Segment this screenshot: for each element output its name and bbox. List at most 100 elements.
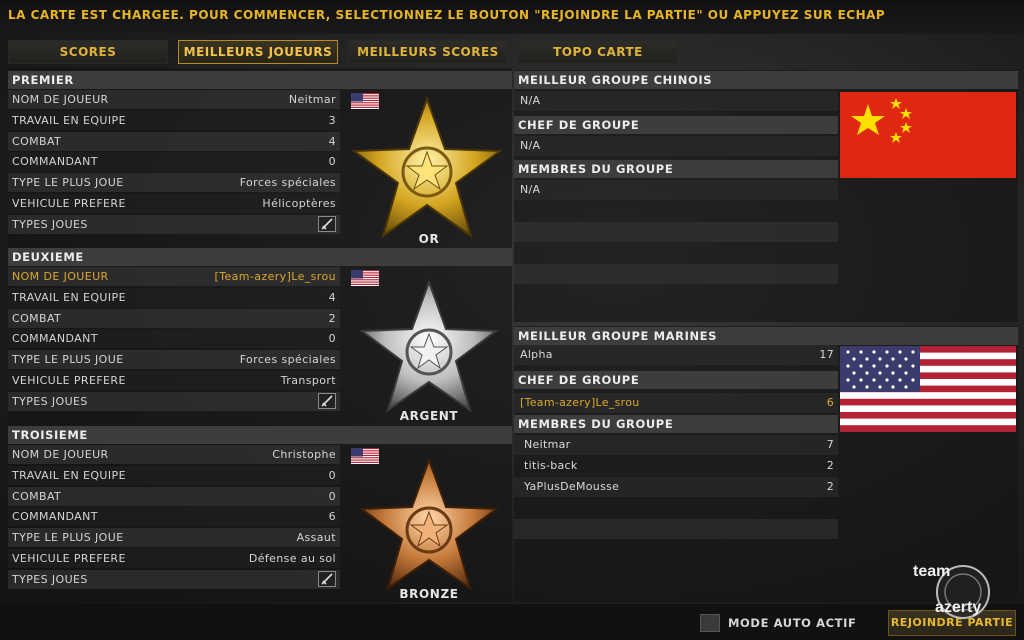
chinese-leader-name: N/A xyxy=(520,139,541,152)
marines-group-heading: MEILLEUR GROUPE MARINES xyxy=(514,327,1018,345)
marines-member-row: YaPlusDeMousse 2 xyxy=(514,477,838,497)
stat-label: TYPES JOUES xyxy=(12,572,88,586)
stat-label: VEHICULE PREFERE xyxy=(12,197,126,210)
chinese-members-row: N/A xyxy=(514,180,838,200)
player-stat-row: COMBAT 4 xyxy=(8,131,340,151)
bronze-star-medal-icon xyxy=(359,457,499,591)
chinese-member-name: N/A xyxy=(520,183,541,196)
player-rank-heading: DEUXIEME xyxy=(8,248,512,266)
stat-label: VEHICULE PREFERE xyxy=(12,374,126,387)
player-stat-row: TRAVAIL EN EQUIPE 0 xyxy=(8,465,340,485)
stat-label: TYPES JOUES xyxy=(12,217,88,231)
tab-bar: SCORES MEILLEURS JOUEURS MEILLEURS SCORE… xyxy=(8,40,688,64)
bottom-bar xyxy=(0,604,1024,640)
stat-label: NOM DE JOUEUR xyxy=(12,93,109,106)
player-stat-row: TYPE LE PLUS JOUE Forces spéciales xyxy=(8,173,340,193)
player-stat-row: NOM DE JOUEUR [Team-azery]Le_srou xyxy=(8,267,340,286)
marines-empty-row xyxy=(514,519,838,539)
player-stat-row: COMMANDANT 0 xyxy=(8,152,340,172)
stat-value: 6 xyxy=(328,510,336,524)
logo-text-team: team xyxy=(913,563,950,580)
tab-best-scores[interactable]: MEILLEURS SCORES xyxy=(348,40,508,64)
chinese-members-heading: MEMBRES DU GROUPE xyxy=(514,160,838,178)
stat-label: TYPE LE PLUS JOUE xyxy=(12,531,124,545)
tab-best-players[interactable]: MEILLEURS JOUEURS xyxy=(178,40,338,64)
player-stat-row: COMBAT 0 xyxy=(8,486,340,506)
stat-label: TYPE LE PLUS JOUE xyxy=(12,353,124,367)
stat-value: Forces spéciales xyxy=(239,176,336,190)
chinese-empty-row xyxy=(514,222,838,242)
stat-label: TRAVAIL EN EQUIPE xyxy=(12,468,126,482)
stat-label: COMBAT xyxy=(12,134,62,148)
tab-scores[interactable]: SCORES xyxy=(8,40,168,64)
stat-value: 0 xyxy=(328,489,336,503)
player-stat-row: TYPES JOUES xyxy=(8,391,340,411)
stat-label: NOM DE JOUEUR xyxy=(12,270,109,283)
tab-map-overview[interactable]: TOPO CARTE xyxy=(518,40,678,64)
stat-value: 4 xyxy=(328,290,336,304)
marines-member-name: Neitmar xyxy=(524,438,571,451)
stat-value: 0 xyxy=(328,468,336,482)
player-rank-heading: TROISIEME xyxy=(8,426,512,444)
stat-label: COMBAT xyxy=(12,311,62,325)
bronze-medal-label: BRONZE xyxy=(399,587,459,601)
flag-usa-icon xyxy=(840,346,1016,432)
stat-label: COMMANDANT xyxy=(12,510,98,524)
silver-medal-label: ARGENT xyxy=(399,409,459,423)
stat-label: TRAVAIL EN EQUIPE xyxy=(12,290,126,304)
marines-member-score: 7 xyxy=(826,438,834,451)
stat-value: Hélicoptères xyxy=(262,197,336,210)
chinese-empty-row xyxy=(514,264,838,284)
gold-star-medal-icon xyxy=(352,96,502,239)
marines-leader-row: [Team-azery]Le_srou 6 xyxy=(514,393,838,413)
chinese-group-name: N/A xyxy=(520,94,541,107)
team-azerty-logo: team azerty xyxy=(913,563,990,619)
loading-message: LA CARTE EST CHARGEE. POUR COMMENCER, SE… xyxy=(8,8,886,22)
player-stat-row: COMBAT 2 xyxy=(8,308,340,328)
knife-icon xyxy=(318,215,336,232)
stat-label: COMMANDANT xyxy=(12,332,98,346)
player-stat-row: COMMANDANT 6 xyxy=(8,507,340,527)
player-stat-row: TYPES JOUES xyxy=(8,214,340,234)
stat-value: 0 xyxy=(328,155,336,169)
player-stat-row: COMMANDANT 0 xyxy=(8,329,340,349)
player-stat-row: VEHICULE PREFERE Défense au sol xyxy=(8,549,340,568)
player-stat-row: VEHICULE PREFERE Transport xyxy=(8,371,340,390)
stat-value: Forces spéciales xyxy=(239,353,336,367)
marines-group-score: 17 xyxy=(819,348,834,361)
stat-value: Défense au sol xyxy=(248,552,336,565)
marines-leader-heading: CHEF DE GROUPE xyxy=(514,371,838,389)
auto-mode-checkbox[interactable] xyxy=(700,614,720,632)
knife-icon xyxy=(318,392,336,409)
stat-label: COMBAT xyxy=(12,489,62,503)
stat-label: TRAVAIL EN EQUIPE xyxy=(12,113,126,127)
flag-china-icon xyxy=(840,92,1016,178)
stat-value: Christophe xyxy=(272,448,336,461)
player-stat-row: TYPES JOUES xyxy=(8,569,340,589)
rifle-icon xyxy=(318,570,336,587)
stat-value: [Team-azery]Le_srou xyxy=(214,270,336,283)
stat-label: NOM DE JOUEUR xyxy=(12,448,109,461)
marines-group-name: Alpha xyxy=(520,348,553,361)
auto-mode-label: MODE AUTO ACTIF xyxy=(728,616,857,630)
chinese-leader-row: N/A xyxy=(514,136,838,156)
marines-group-name-row: Alpha 17 xyxy=(514,345,838,365)
marines-member-score: 2 xyxy=(826,459,834,472)
stat-value: Assaut xyxy=(296,531,336,545)
marines-leader-score: 6 xyxy=(826,396,834,409)
player-rank-heading: PREMIER xyxy=(8,71,512,89)
chinese-leader-heading: CHEF DE GROUPE xyxy=(514,116,838,134)
silver-star-medal-icon xyxy=(359,279,499,413)
top-bar: LA CARTE EST CHARGEE. POUR COMMENCER, SE… xyxy=(0,0,1024,34)
stat-value: 4 xyxy=(328,134,336,148)
marines-member-name: titis-back xyxy=(524,459,578,472)
player-stat-row: NOM DE JOUEUR Christophe xyxy=(8,445,340,464)
stat-label: TYPES JOUES xyxy=(12,394,88,408)
logo-text-azerty: azerty xyxy=(935,599,981,616)
player-stat-row: TYPE LE PLUS JOUE Forces spéciales xyxy=(8,350,340,370)
marines-leader-name: [Team-azery]Le_srou xyxy=(520,396,640,409)
player-stat-row: VEHICULE PREFERE Hélicoptères xyxy=(8,194,340,213)
stat-value: Transport xyxy=(280,374,336,387)
stat-label: VEHICULE PREFERE xyxy=(12,552,126,565)
chinese-group-name-row: N/A xyxy=(514,91,838,111)
